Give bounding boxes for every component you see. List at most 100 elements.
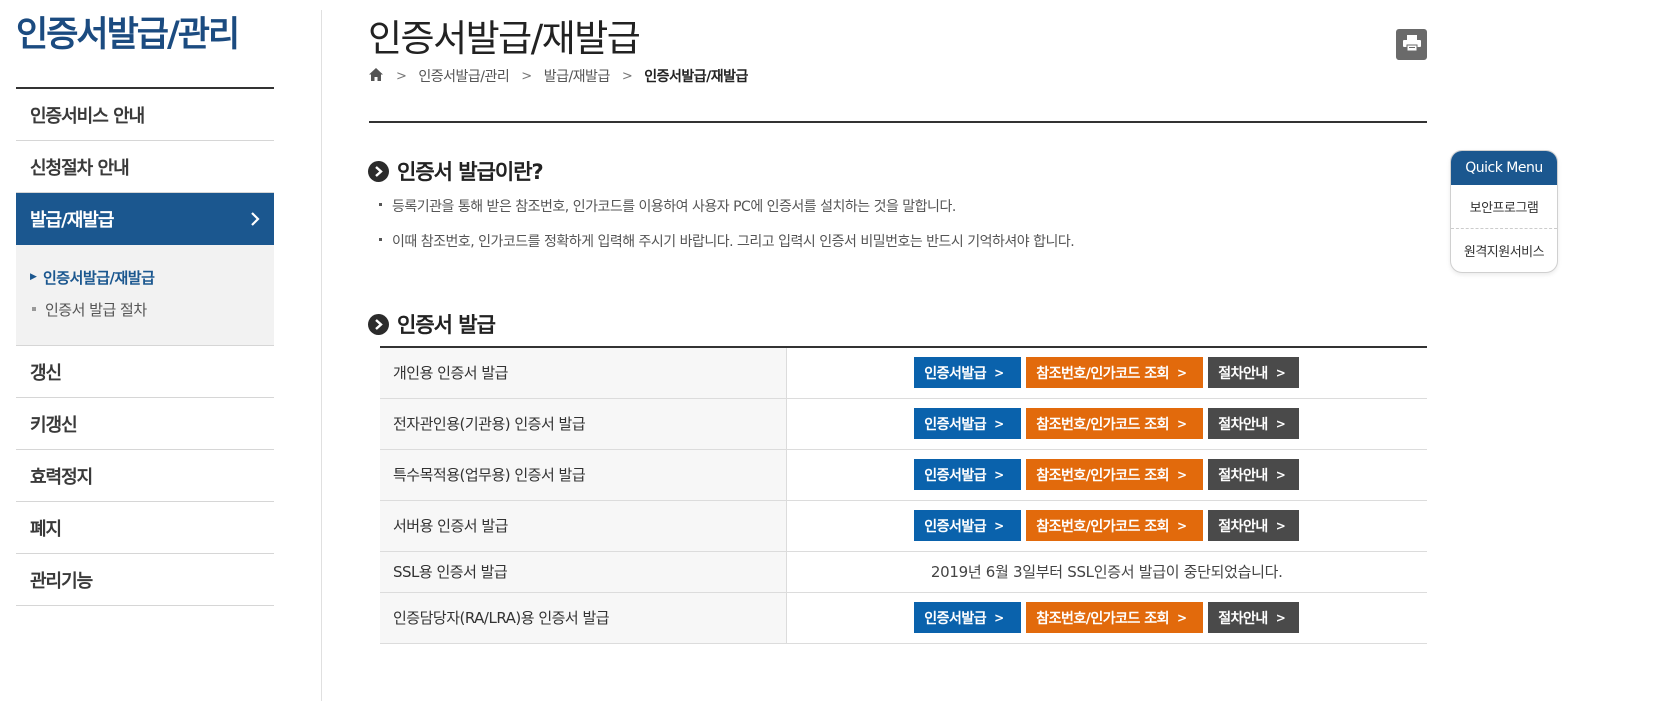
sidebar-item-suspension[interactable]: 효력정지 — [16, 450, 274, 502]
subnav-item-label: 인증서발급/재발급 — [43, 268, 155, 287]
chevron-right-icon: > — [994, 467, 1004, 482]
chevron-right-icon — [250, 211, 260, 227]
issue-cert-button[interactable]: 인증서발급 > — [914, 602, 1022, 633]
sidebar-item-renewal[interactable]: 갱신 — [16, 346, 274, 398]
row-label: 서버용 인증서 발급 — [380, 500, 787, 552]
table-row: 서버용 인증서 발급 인증서발급 > 참조번호/인가코드 조회 > 절차안내 > — [380, 500, 1427, 552]
chevron-right-icon: > — [994, 518, 1004, 533]
breadcrumb-current: 인증서발급/재발급 — [644, 69, 748, 85]
button-label: 참조번호/인가코드 조회 — [1036, 416, 1170, 433]
row-label: 인증담당자(RA/LRA)용 인증서 발급 — [380, 592, 787, 644]
table-row: 개인용 인증서 발급 인증서발급 > 참조번호/인가코드 조회 > 절차안내 > — [380, 346, 1427, 399]
procedure-guide-button[interactable]: 절차안내 > — [1208, 459, 1300, 490]
button-label: 절차안내 — [1218, 467, 1268, 484]
sidebar-item-procedure-info[interactable]: 신청절차 안내 — [16, 141, 274, 193]
issue-cert-button[interactable]: 인증서발급 > — [914, 408, 1022, 439]
button-label: 절차안내 — [1218, 610, 1268, 627]
sidebar-item-service-info[interactable]: 인증서비스 안내 — [16, 89, 274, 141]
breadcrumb-item[interactable]: 발급/재발급 — [544, 66, 611, 86]
print-icon — [1402, 34, 1422, 56]
subnav-item-label: 인증서 발급 절차 — [45, 300, 147, 319]
table-row: 전자관인용(기관용) 인증서 발급 인증서발급 > 참조번호/인가코드 조회 > 절… — [380, 398, 1427, 450]
column-divider — [321, 10, 322, 701]
sidebar-item-management[interactable]: 관리기능 — [16, 554, 274, 606]
list-item: 등록기관을 통해 받은 참조번호, 인가코드를 이용하여 사용자 PC에 인증서… — [379, 196, 1074, 231]
quick-menu-title: Quick Menu — [1451, 151, 1557, 185]
chevron-right-icon: > — [1275, 610, 1286, 625]
bullet-text: 등록기관을 통해 받은 참조번호, 인가코드를 이용하여 사용자 PC에 인증서… — [392, 199, 956, 215]
issue-cert-button[interactable]: 인증서발급 > — [914, 510, 1022, 541]
procedure-guide-button[interactable]: 절차안내 > — [1208, 602, 1300, 633]
issue-cert-button[interactable]: 인증서발급 > — [914, 459, 1022, 490]
circle-arrow-icon — [368, 160, 389, 182]
section-title: 인증서 발급 — [397, 313, 496, 337]
subnav-item-cert-issue[interactable]: ▶ 인증서발급/재발급 — [30, 261, 274, 293]
sidebar-nav: 인증서비스 안내 신청절차 안내 발급/재발급 ▶ 인증서발급/재발급 인증서 … — [16, 89, 274, 606]
row-label: 개인용 인증서 발급 — [380, 346, 787, 399]
procedure-guide-button[interactable]: 절차안내 > — [1208, 510, 1300, 541]
chevron-right-icon: > — [994, 610, 1004, 625]
breadcrumb-item[interactable]: 인증서발급/관리 — [418, 66, 509, 86]
button-label: 인증서발급 — [924, 610, 987, 627]
chevron-right-icon: > — [1177, 610, 1187, 625]
button-label: 인증서발급 — [924, 518, 987, 535]
button-label: 참조번호/인가코드 조회 — [1036, 518, 1170, 535]
section-heading-what-is-issue: 인증서 발급이란? — [368, 156, 544, 186]
procedure-guide-button[interactable]: 절차안내 > — [1208, 408, 1300, 439]
procedure-guide-button[interactable]: 절차안내 > — [1208, 357, 1300, 389]
table-row: 인증담당자(RA/LRA)용 인증서 발급 인증서발급 > 참조번호/인가코드 조… — [380, 592, 1427, 644]
section-heading-cert-issue: 인증서 발급 — [368, 309, 496, 339]
lookup-code-button[interactable]: 참조번호/인가코드 조회 > — [1026, 602, 1204, 633]
title-divider — [369, 121, 1427, 123]
sidebar-item-revocation[interactable]: 폐지 — [16, 502, 274, 554]
square-bullet-icon — [32, 307, 36, 311]
chevron-right-icon: > — [621, 68, 633, 84]
button-label: 절차안내 — [1218, 416, 1268, 433]
chevron-right-icon: > — [1275, 416, 1286, 431]
button-label: 인증서발급 — [924, 416, 987, 433]
list-item: 이때 참조번호, 인가코드를 정확하게 입력해 주시기 바랍니다. 그리고 입력… — [379, 231, 1075, 266]
table-row: SSL용 인증서 발급 2019년 6월 3일부터 SSL인증서 발급이 중단되… — [380, 551, 1427, 593]
breadcrumb: > 인증서발급/관리 > 발급/재발급 > 인증서발급/재발급 — [368, 66, 748, 86]
row-label: SSL용 인증서 발급 — [380, 551, 787, 593]
chevron-right-icon: > — [396, 68, 407, 84]
button-label: 참조번호/인가코드 조회 — [1036, 610, 1170, 627]
lookup-code-button[interactable]: 참조번호/인가코드 조회 > — [1026, 459, 1204, 490]
row-label: 특수목적용(업무용) 인증서 발급 — [380, 449, 787, 501]
bullet-text: 이때 참조번호, 인가코드를 정확하게 입력해 주시기 바랍니다. 그리고 입력… — [392, 234, 1075, 250]
sidebar-item-issue-reissue[interactable]: 발급/재발급 — [16, 193, 274, 245]
chevron-right-icon: > — [994, 416, 1004, 431]
chevron-right-icon: > — [1177, 518, 1187, 533]
page-title: 인증서발급/재발급 — [368, 17, 641, 60]
chevron-right-icon: > — [1275, 518, 1286, 533]
button-label: 참조번호/인가코드 조회 — [1036, 365, 1170, 382]
sidebar-item-label: 발급/재발급 — [30, 210, 114, 231]
description-list: 등록기관을 통해 받은 참조번호, 인가코드를 이용하여 사용자 PC에 인증서… — [379, 196, 1075, 266]
chevron-right-icon: > — [1275, 365, 1286, 380]
row-label: 전자관인용(기관용) 인증서 발급 — [380, 398, 787, 450]
button-label: 인증서발급 — [924, 467, 987, 484]
quick-menu-remote-support[interactable]: 원격지원서비스 — [1451, 228, 1557, 272]
lookup-code-button[interactable]: 참조번호/인가코드 조회 > — [1026, 510, 1204, 541]
ssl-discontinued-notice: 2019년 6월 3일부터 SSL인증서 발급이 중단되었습니다. — [930, 563, 1283, 581]
lookup-code-button[interactable]: 참조번호/인가코드 조회 > — [1026, 408, 1204, 439]
button-label: 절차안내 — [1218, 365, 1268, 382]
triangle-right-icon: ▶ — [30, 272, 37, 282]
issue-cert-button[interactable]: 인증서발급 > — [914, 357, 1022, 389]
button-label: 참조번호/인가코드 조회 — [1036, 467, 1170, 484]
quick-menu-security-program[interactable]: 보안프로그램 — [1451, 185, 1557, 228]
home-icon[interactable] — [368, 67, 384, 86]
print-button[interactable] — [1396, 29, 1427, 60]
table-row: 특수목적용(업무용) 인증서 발급 인증서발급 > 참조번호/인가코드 조회 > 절… — [380, 449, 1427, 501]
chevron-right-icon: > — [521, 68, 532, 84]
chevron-right-icon: > — [1177, 416, 1187, 431]
lookup-code-button[interactable]: 참조번호/인가코드 조회 > — [1026, 357, 1204, 389]
chevron-right-icon: > — [1177, 467, 1187, 482]
sidebar-item-key-renewal[interactable]: 키갱신 — [16, 398, 274, 450]
subnav-item-issue-procedure[interactable]: 인증서 발급 절차 — [30, 293, 274, 325]
sidebar-title: 인증서발급/관리 — [16, 15, 240, 55]
chevron-right-icon: > — [994, 365, 1004, 380]
chevron-right-icon: > — [1275, 467, 1286, 482]
button-label: 절차안내 — [1218, 518, 1268, 535]
button-label: 인증서발급 — [924, 365, 987, 382]
